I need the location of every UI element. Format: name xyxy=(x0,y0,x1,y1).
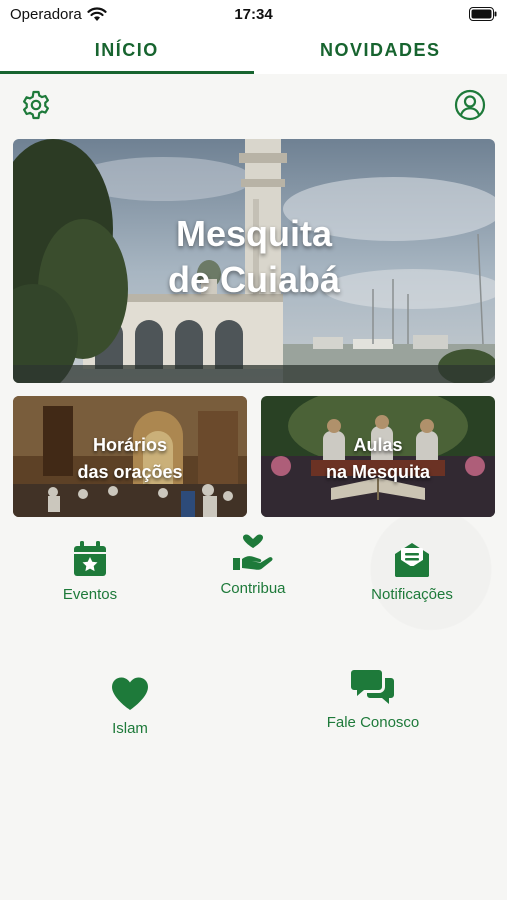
islam-button[interactable]: Islam xyxy=(100,676,160,737)
top-tabs: INÍCIO NOVIDADES xyxy=(0,30,507,74)
status-bar: Operadora 17:34 xyxy=(0,0,507,30)
contribute-label: Contribua xyxy=(220,580,286,597)
mosque-hero-card[interactable]: Mesquita de Cuiabá xyxy=(13,139,495,383)
profile-button[interactable] xyxy=(454,89,486,126)
events-label: Eventos xyxy=(62,586,118,603)
hero-title-line2: de Cuiabá xyxy=(167,259,341,300)
envelope-open-icon xyxy=(395,543,429,577)
battery-icon xyxy=(469,7,497,25)
islam-label: Islam xyxy=(112,720,148,737)
mosque-classes-line2: na Mesquita xyxy=(325,462,431,482)
hero-title: Mesquita de Cuiabá xyxy=(13,211,495,303)
contact-us-button[interactable]: Fale Conosco xyxy=(316,668,430,731)
prayer-times-line1: Horários xyxy=(92,435,168,455)
calendar-star-icon xyxy=(74,541,106,576)
chat-bubbles-icon xyxy=(351,670,394,704)
hand-heart-icon xyxy=(233,534,273,570)
status-time: 17:34 xyxy=(234,6,273,23)
notifications-label: Notificações xyxy=(371,586,453,603)
heart-icon xyxy=(112,677,148,710)
user-circle-icon xyxy=(454,89,486,121)
prayer-times-line2: das orações xyxy=(77,462,183,482)
tab-inicio[interactable]: INÍCIO xyxy=(0,30,254,74)
events-button[interactable]: Eventos xyxy=(50,540,130,603)
prayer-times-title: Horários das orações xyxy=(13,432,247,486)
contribute-button[interactable]: Contribua xyxy=(210,534,296,597)
home-content: Mesquita de Cuiabá Horários das orações xyxy=(0,74,507,900)
settings-button[interactable] xyxy=(20,89,52,126)
mosque-classes-line1: Aulas xyxy=(353,435,403,455)
tab-novidades[interactable]: NOVIDADES xyxy=(254,30,507,74)
notifications-button[interactable]: Notificações xyxy=(360,540,464,603)
gear-icon xyxy=(23,90,49,120)
prayer-times-card[interactable]: Horários das orações xyxy=(13,396,247,517)
mosque-classes-card[interactable]: Aulas na Mesquita xyxy=(261,396,495,517)
mosque-classes-title: Aulas na Mesquita xyxy=(261,432,495,486)
contact-us-label: Fale Conosco xyxy=(326,714,420,731)
hero-title-line1: Mesquita xyxy=(175,213,333,254)
